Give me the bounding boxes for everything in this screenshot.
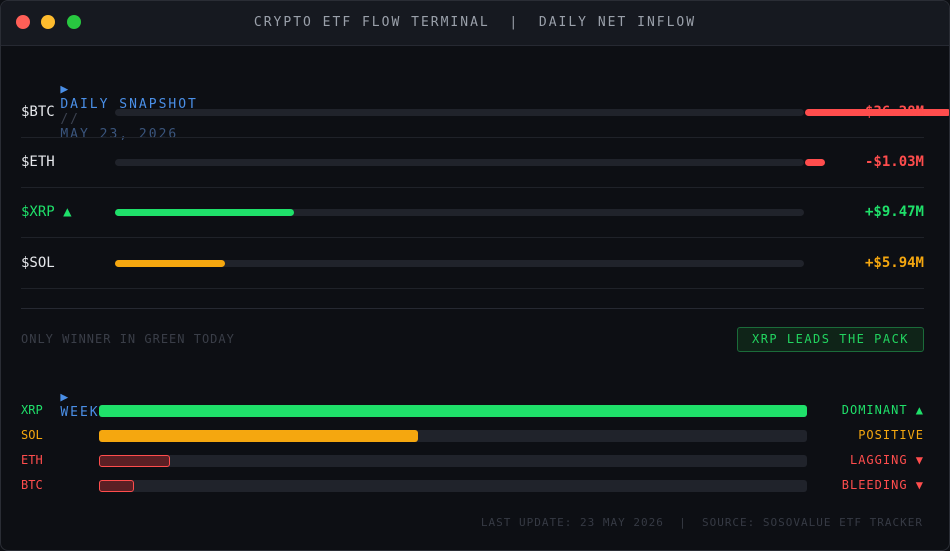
daily-ticker: $SOL xyxy=(21,255,55,271)
wtd-ticker: XRP xyxy=(21,403,43,417)
daily-flow-track xyxy=(115,159,804,166)
wtd-dominance-track xyxy=(99,455,807,467)
daily-flow-value: +$5.94M xyxy=(864,255,924,271)
daily-flow-bar xyxy=(115,209,294,216)
wtd-row: SOL POSITIVE xyxy=(21,428,924,444)
wtd-ticker: ETH xyxy=(21,453,43,467)
daily-ticker: $BTC xyxy=(21,104,55,120)
daily-flow-value: -$1.03M xyxy=(864,154,924,170)
daily-row: $ETH -$1.03M xyxy=(21,137,924,188)
daily-flow-track xyxy=(115,109,804,116)
daily-ticker: $XRP ▲ xyxy=(21,204,72,220)
wtd-status: BLEEDING ▼ xyxy=(841,478,924,492)
daily-row: $BTC -$36.28M xyxy=(21,87,949,138)
wtd-status: DOMINANT ▲ xyxy=(841,403,924,417)
winner-note: ONLY WINNER IN GREEN TODAY xyxy=(21,332,235,346)
wtd-status: POSITIVE xyxy=(858,428,924,442)
daily-flow-bar xyxy=(115,260,225,267)
daily-row: $XRP ▲ +$9.47M xyxy=(21,187,924,238)
daily-row: $SOL +$5.94M xyxy=(21,238,924,289)
leader-badge: XRP LEADS THE PACK xyxy=(737,327,924,352)
wtd-dominance-track xyxy=(99,480,807,492)
daily-flow-value: -$36.28M xyxy=(856,104,924,120)
wtd-dominance-bar xyxy=(99,455,170,467)
title-bar: CRYPTO ETF FLOW TERMINAL | DAILY NET INF… xyxy=(1,1,949,46)
section-divider xyxy=(21,308,924,309)
wtd-row: ETH LAGGING ▼ xyxy=(21,453,924,469)
wtd-dominance-bar xyxy=(99,430,418,442)
daily-flow-bar xyxy=(805,159,825,166)
wtd-row: BTC BLEEDING ▼ xyxy=(21,478,924,494)
daily-flow-value: +$9.47M xyxy=(864,204,924,220)
wtd-ticker: SOL xyxy=(21,428,43,442)
wtd-ticker: BTC xyxy=(21,478,43,492)
wtd-dominance-bar xyxy=(99,480,134,492)
wtd-dominance-bar xyxy=(99,405,807,417)
wtd-row: XRP DOMINANT ▲ xyxy=(21,403,924,419)
daily-ticker: $ETH xyxy=(21,154,55,170)
footer-status: LAST UPDATE: 23 MAY 2026 | SOURCE: SOSOV… xyxy=(480,516,923,529)
wtd-status: LAGGING ▼ xyxy=(849,453,924,467)
terminal-window: CRYPTO ETF FLOW TERMINAL | DAILY NET INF… xyxy=(0,0,950,551)
window-title: CRYPTO ETF FLOW TERMINAL | DAILY NET INF… xyxy=(253,15,697,30)
